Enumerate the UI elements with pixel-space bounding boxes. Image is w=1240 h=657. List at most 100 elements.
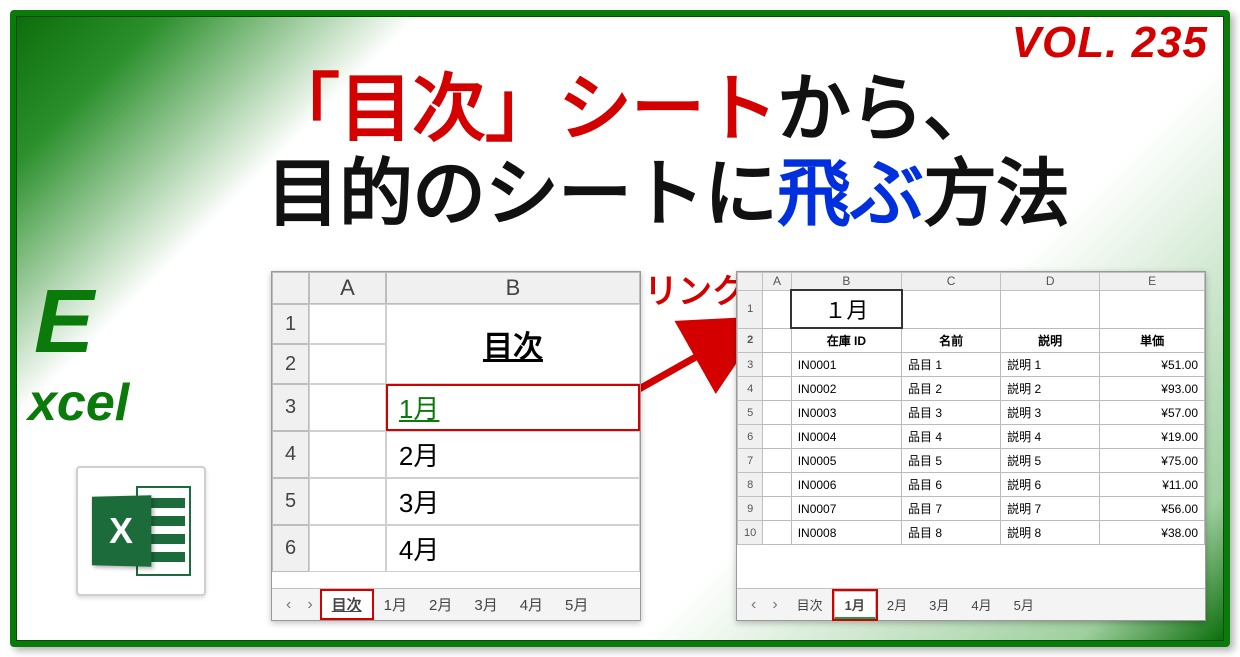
cell[interactable] xyxy=(763,401,791,425)
cell[interactable]: ¥51.00 xyxy=(1100,353,1205,377)
row-header[interactable]: 3 xyxy=(738,353,763,377)
table-header[interactable]: 在庫 ID xyxy=(791,328,901,353)
row-header[interactable]: 1 xyxy=(272,304,309,344)
cell[interactable]: ¥93.00 xyxy=(1100,377,1205,401)
col-header[interactable]: A xyxy=(763,273,791,291)
cell[interactable]: IN0003 xyxy=(791,401,901,425)
toc-item[interactable]: 3月 xyxy=(386,478,640,525)
cell[interactable] xyxy=(309,384,386,431)
toc-item[interactable]: 4月 xyxy=(386,525,640,572)
cell[interactable] xyxy=(309,525,386,572)
cell[interactable] xyxy=(1100,290,1205,328)
cell[interactable] xyxy=(309,478,386,525)
sheet-tab[interactable]: 3月 xyxy=(463,590,508,619)
sheet-tab[interactable]: 2月 xyxy=(876,591,918,618)
col-header[interactable]: D xyxy=(1001,273,1100,291)
cell[interactable]: 品目 2 xyxy=(902,377,1001,401)
cell[interactable]: ¥56.00 xyxy=(1100,497,1205,521)
sheet-tab-toc[interactable]: 目次 xyxy=(321,590,373,619)
corner-cell[interactable] xyxy=(738,273,763,291)
col-header-B[interactable]: B xyxy=(386,272,640,304)
col-header[interactable]: B xyxy=(791,273,901,291)
cell[interactable] xyxy=(763,497,791,521)
row-header[interactable]: 5 xyxy=(272,478,309,525)
row-header[interactable]: 10 xyxy=(738,521,763,545)
cell[interactable]: ¥38.00 xyxy=(1100,521,1205,545)
row-header[interactable]: 9 xyxy=(738,497,763,521)
row-header[interactable]: 5 xyxy=(738,401,763,425)
cell[interactable]: ¥19.00 xyxy=(1100,425,1205,449)
cell[interactable] xyxy=(763,353,791,377)
tab-nav-prev[interactable]: ‹ xyxy=(743,596,764,614)
cell[interactable]: 説明 1 xyxy=(1001,353,1100,377)
cell[interactable]: 説明 4 xyxy=(1001,425,1100,449)
cell[interactable] xyxy=(763,521,791,545)
cell[interactable]: 説明 3 xyxy=(1001,401,1100,425)
sheet-tab[interactable]: 目次 xyxy=(786,591,834,618)
cell[interactable] xyxy=(763,449,791,473)
cell[interactable]: 説明 7 xyxy=(1001,497,1100,521)
tab-nav-next[interactable]: › xyxy=(764,596,785,614)
cell[interactable] xyxy=(309,344,386,384)
tab-nav-next[interactable]: › xyxy=(299,596,320,614)
table-header[interactable]: 単価 xyxy=(1100,328,1205,353)
table-header[interactable]: 名前 xyxy=(902,328,1001,353)
cell[interactable] xyxy=(763,377,791,401)
sheet-tab[interactable]: 5月 xyxy=(1003,591,1045,618)
cell[interactable]: ¥75.00 xyxy=(1100,449,1205,473)
tab-nav-prev[interactable]: ‹ xyxy=(278,596,299,614)
cell[interactable]: 品目 3 xyxy=(902,401,1001,425)
cell[interactable]: ¥11.00 xyxy=(1100,473,1205,497)
cell[interactable]: IN0006 xyxy=(791,473,901,497)
row-header[interactable]: 3 xyxy=(272,384,309,431)
sheet-tab[interactable]: 1月 xyxy=(373,590,418,619)
cell[interactable]: IN0004 xyxy=(791,425,901,449)
cell[interactable] xyxy=(1001,290,1100,328)
cell[interactable]: 品目 7 xyxy=(902,497,1001,521)
cell[interactable]: IN0007 xyxy=(791,497,901,521)
row-header[interactable]: 2 xyxy=(738,328,763,353)
toc-heading[interactable]: 目次 xyxy=(386,304,640,384)
cell[interactable]: 説明 5 xyxy=(1001,449,1100,473)
cell[interactable]: 説明 8 xyxy=(1001,521,1100,545)
cell[interactable]: ¥57.00 xyxy=(1100,401,1205,425)
cell[interactable] xyxy=(309,304,386,344)
cell[interactable] xyxy=(763,290,791,328)
sheet-title-cell[interactable]: １月 xyxy=(791,290,901,328)
row-header[interactable]: 2 xyxy=(272,344,309,384)
row-header[interactable]: 6 xyxy=(738,425,763,449)
cell[interactable] xyxy=(902,290,1001,328)
cell[interactable] xyxy=(763,328,791,353)
cell[interactable] xyxy=(763,473,791,497)
cell[interactable]: IN0002 xyxy=(791,377,901,401)
cell[interactable]: 品目 6 xyxy=(902,473,1001,497)
sheet-tab[interactable]: 5月 xyxy=(554,590,599,619)
row-header[interactable]: 7 xyxy=(738,449,763,473)
table-header[interactable]: 説明 xyxy=(1001,328,1100,353)
cell[interactable]: 説明 2 xyxy=(1001,377,1100,401)
row-header[interactable]: 6 xyxy=(272,525,309,572)
row-header[interactable]: 4 xyxy=(738,377,763,401)
cell[interactable]: IN0005 xyxy=(791,449,901,473)
corner-cell[interactable] xyxy=(272,272,309,304)
row-header[interactable]: 8 xyxy=(738,473,763,497)
cell[interactable]: 品目 5 xyxy=(902,449,1001,473)
sheet-tab[interactable]: 3月 xyxy=(918,591,960,618)
row-header[interactable]: 4 xyxy=(272,431,309,478)
toc-link-1month[interactable]: 1月 xyxy=(386,384,640,431)
sheet-tab[interactable]: 4月 xyxy=(509,590,554,619)
sheet-tab[interactable]: 2月 xyxy=(418,590,463,619)
col-header-A[interactable]: A xyxy=(309,272,386,304)
cell[interactable]: IN0001 xyxy=(791,353,901,377)
sheet-tab[interactable]: 4月 xyxy=(960,591,1002,618)
col-header[interactable]: E xyxy=(1100,273,1205,291)
cell[interactable] xyxy=(309,431,386,478)
cell[interactable]: 品目 8 xyxy=(902,521,1001,545)
cell[interactable] xyxy=(763,425,791,449)
cell[interactable]: 説明 6 xyxy=(1001,473,1100,497)
cell[interactable]: 品目 4 xyxy=(902,425,1001,449)
row-header[interactable]: 1 xyxy=(738,290,763,328)
cell[interactable]: IN0008 xyxy=(791,521,901,545)
toc-item[interactable]: 2月 xyxy=(386,431,640,478)
cell[interactable]: 品目 1 xyxy=(902,353,1001,377)
